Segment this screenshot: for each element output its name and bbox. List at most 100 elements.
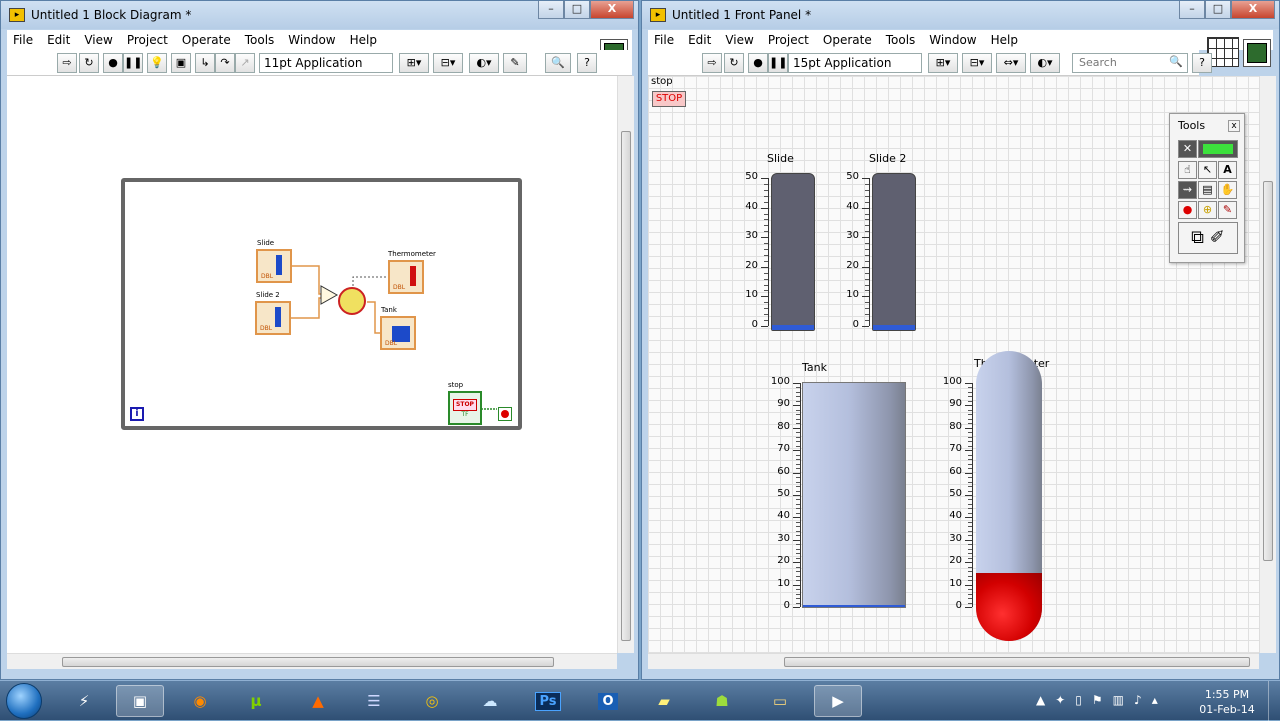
horizontal-scrollbar[interactable] — [648, 653, 1259, 669]
help-icon[interactable]: ? — [1192, 53, 1212, 73]
show-desktop-button[interactable] — [1268, 681, 1280, 721]
chrome-icon[interactable]: ◎ — [408, 685, 456, 717]
probe-icon[interactable]: ⊕ — [1198, 201, 1217, 219]
front-panel-titlebar[interactable]: ▸ Untitled 1 Front Panel * – □ X — [642, 1, 1279, 29]
horizontal-scrollbar[interactable] — [7, 653, 617, 669]
color-copy-icon[interactable]: ✎ — [1218, 201, 1237, 219]
wiring-tool-icon[interactable]: ⇝ — [1178, 181, 1197, 199]
tools-palette[interactable]: Tools x ✕ ☝ ↖ A ⇝ ▤ ✋ ● ⊕ ✎ ⧉ ✐ — [1169, 113, 1245, 263]
vertical-scrollbar[interactable] — [1259, 76, 1276, 653]
media-player-icon[interactable]: ▶ — [814, 685, 862, 717]
font-select[interactable]: 11pt Application Font▾ — [259, 53, 393, 88]
menu-help[interactable]: Help — [991, 33, 1018, 47]
minimize-button[interactable]: – — [1179, 1, 1205, 19]
probe-node[interactable] — [338, 287, 366, 315]
maximize-button[interactable]: □ — [1205, 1, 1231, 19]
menu-view[interactable]: View — [725, 33, 753, 47]
folder-icon[interactable]: ▭ — [756, 685, 804, 717]
slide2-control[interactable] — [872, 173, 916, 331]
text-tool-icon[interactable]: A — [1218, 161, 1237, 179]
align-objects-icon[interactable]: ⊞▾ — [399, 53, 429, 73]
loop-condition-icon[interactable] — [498, 407, 512, 421]
android-icon[interactable]: ☗ — [698, 685, 746, 717]
search-input[interactable]: Search 🔍 — [1072, 53, 1188, 73]
menu-tools[interactable]: Tools — [245, 33, 275, 47]
close-button[interactable]: X — [1231, 1, 1275, 19]
device-icon[interactable]: ▯ — [1075, 693, 1082, 707]
tank-terminal[interactable]: DBL — [380, 316, 416, 350]
step-into-icon[interactable]: ↳ — [195, 53, 215, 73]
matlab-icon[interactable]: ▲ — [294, 685, 342, 717]
firefox-icon[interactable]: ◉ — [176, 685, 224, 717]
network-icon[interactable]: ▥ — [1113, 693, 1124, 707]
sticky-notes-icon[interactable]: ▰ — [640, 685, 688, 717]
auto-tool-icon[interactable]: ✕ — [1178, 140, 1197, 158]
resize-objects-icon[interactable]: ⇔▾ — [996, 53, 1026, 73]
sync-icon[interactable]: ▴ — [1152, 693, 1158, 707]
align-objects-icon[interactable]: ⊞▾ — [928, 53, 958, 73]
front-panel-canvas[interactable]: stop STOP Slide 50 40 30 20 10 0 Slide 2 50 40… — [648, 76, 1259, 653]
clock[interactable]: 1:55 PM 01-Feb-14 — [1196, 687, 1258, 717]
help-icon[interactable]: ? — [577, 53, 597, 73]
run-arrow-icon[interactable]: ⇨ — [57, 53, 77, 73]
menu-file[interactable]: File — [13, 33, 33, 47]
scroll-hand-icon[interactable]: ✋ — [1218, 181, 1237, 199]
app-launcher-icon[interactable]: ⚡ — [60, 685, 108, 717]
close-button[interactable]: X — [590, 1, 634, 19]
reorder-icon[interactable]: ◐▾ — [1030, 53, 1060, 73]
run-arrow-icon[interactable]: ⇨ — [702, 53, 722, 73]
clean-up-diagram-icon[interactable]: ✎ — [503, 53, 527, 73]
minimize-button[interactable]: – — [538, 1, 564, 19]
coloring-tool-icon[interactable]: ⧉ ✐ — [1178, 222, 1238, 254]
menu-project[interactable]: Project — [768, 33, 809, 47]
menu-window[interactable]: Window — [288, 33, 335, 47]
position-arrow-icon[interactable]: ↖ — [1198, 161, 1217, 179]
step-over-icon[interactable]: ↷ — [215, 53, 235, 73]
highlight-execution-icon[interactable]: 💡 — [147, 53, 167, 73]
distribute-objects-icon[interactable]: ⊟▾ — [962, 53, 992, 73]
menu-operate[interactable]: Operate — [182, 33, 231, 47]
abort-icon[interactable]: ● — [748, 53, 768, 73]
pause-icon[interactable]: ❚❚ — [768, 53, 788, 73]
menu-project[interactable]: Project — [127, 33, 168, 47]
menu-operate[interactable]: Operate — [823, 33, 872, 47]
tools-close-icon[interactable]: x — [1228, 120, 1240, 132]
flag-icon[interactable]: ⚑ — [1092, 693, 1103, 707]
retain-wire-values-icon[interactable]: ▣ — [171, 53, 191, 73]
block-diagram-titlebar[interactable]: ▸ Untitled 1 Block Diagram * – □ X — [1, 1, 638, 29]
vi-icon[interactable] — [1243, 39, 1271, 67]
menu-window[interactable]: Window — [929, 33, 976, 47]
stop-button[interactable]: STOP — [652, 91, 686, 107]
maximize-button[interactable]: □ — [564, 1, 590, 19]
menu-tools[interactable]: Tools — [886, 33, 916, 47]
vertical-scrollbar[interactable] — [617, 76, 634, 653]
menu-edit[interactable]: Edit — [688, 33, 711, 47]
shortcut-menu-icon[interactable]: ▤ — [1198, 181, 1217, 199]
run-continuous-icon[interactable]: ↻ — [724, 53, 744, 73]
distribute-objects-icon[interactable]: ⊟▾ — [433, 53, 463, 73]
breakpoint-icon[interactable]: ● — [1178, 201, 1197, 219]
menu-file[interactable]: File — [654, 33, 674, 47]
dropbox-icon[interactable]: ✦ — [1055, 693, 1065, 707]
start-button[interactable] — [6, 683, 42, 719]
photoshop-icon[interactable]: Ps — [524, 685, 572, 717]
menu-edit[interactable]: Edit — [47, 33, 70, 47]
pause-icon[interactable]: ❚❚ — [123, 53, 143, 73]
utorrent-icon[interactable]: µ — [232, 685, 280, 717]
rack-app-icon[interactable]: ☰ — [350, 685, 398, 717]
block-diagram-canvas[interactable]: i Slide DBL Slide 2 DBL Thermometer DBL … — [7, 76, 617, 653]
outlook-icon[interactable]: O — [584, 685, 632, 717]
slide-control[interactable] — [771, 173, 815, 331]
reorder-icon[interactable]: ◐▾ — [469, 53, 499, 73]
menu-help[interactable]: Help — [350, 33, 377, 47]
abort-icon[interactable]: ● — [103, 53, 123, 73]
show-hidden-icons-icon[interactable]: ▲ — [1036, 693, 1045, 707]
volume-icon[interactable]: ♪ — [1134, 693, 1142, 707]
thermometer-terminal[interactable]: DBL — [388, 260, 424, 294]
onedrive-icon[interactable]: ☁ — [466, 685, 514, 717]
font-select[interactable]: 15pt Application Font▾ — [788, 53, 922, 88]
menu-view[interactable]: View — [84, 33, 112, 47]
step-out-icon[interactable]: ↗ — [235, 53, 255, 73]
run-continuous-icon[interactable]: ↻ — [79, 53, 99, 73]
labview-taskbar-icon[interactable]: ▣ — [116, 685, 164, 717]
